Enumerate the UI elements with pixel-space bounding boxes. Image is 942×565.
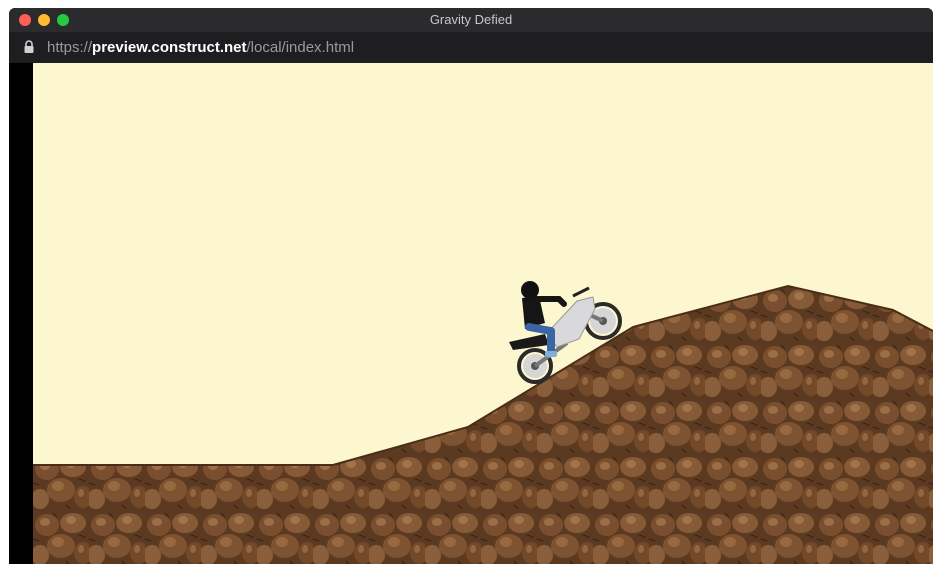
game-canvas[interactable] [33, 63, 933, 564]
address-bar[interactable]: https://preview.construct.net/local/inde… [9, 32, 933, 63]
url-path: /local/index.html [246, 39, 355, 56]
url-text[interactable]: https://preview.construct.net/local/inde… [47, 32, 354, 63]
browser-window: Gravity Defied https://preview.construct… [9, 8, 933, 564]
page-viewport [9, 63, 933, 564]
lock-icon [24, 40, 34, 53]
title-bar: Gravity Defied [9, 8, 933, 32]
window-title: Gravity Defied [429, 12, 513, 27]
url-protocol: https:// [47, 39, 93, 56]
url-host: preview.construct.net [92, 39, 247, 56]
